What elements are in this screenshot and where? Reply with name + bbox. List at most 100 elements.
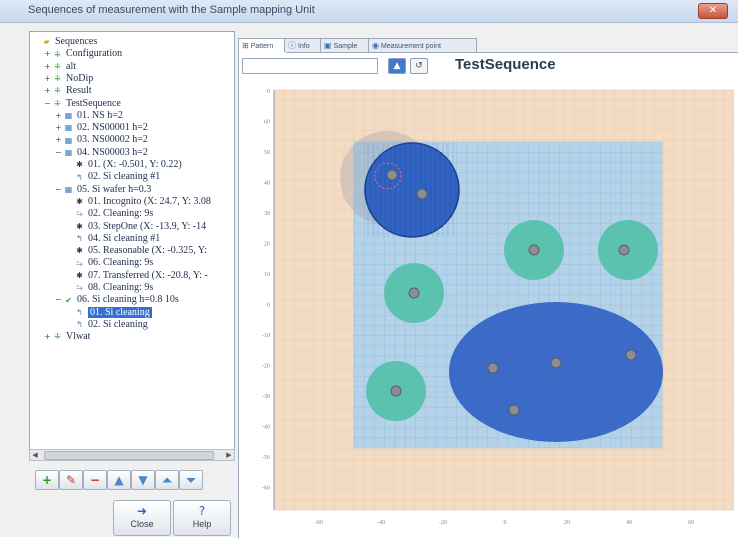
- tree-node[interactable]: ▰ Sequences: [33, 36, 97, 48]
- cleaning-icon: ↰: [76, 234, 83, 243]
- expander-icon[interactable]: −: [55, 294, 63, 306]
- tree-node[interactable]: ✱ 01. (X: -0.501, Y: 0.22): [66, 159, 182, 171]
- expander-icon[interactable]: +: [55, 110, 63, 122]
- tree-node[interactable]: + ▦ 03. NS00002 h=2: [55, 134, 148, 146]
- tree-node[interactable]: − ⁜ TestSequence: [44, 98, 121, 110]
- expander-icon[interactable]: +: [44, 331, 52, 343]
- tree-node[interactable]: − ▦ 05. Si wafer h=0.3: [55, 184, 151, 196]
- scrollbar-thumb[interactable]: [44, 451, 214, 460]
- arrow-down-icon: ▼: [138, 473, 148, 487]
- measurement-point[interactable]: [550, 357, 562, 369]
- measurement-region[interactable]: [449, 302, 663, 442]
- tree-node[interactable]: ↰ 04. Si cleaning #1: [66, 233, 160, 245]
- expander-icon[interactable]: −: [55, 147, 63, 159]
- expander-icon[interactable]: +: [55, 134, 63, 146]
- selected-measurement-region[interactable]: [364, 142, 460, 238]
- tree-node[interactable]: ↰ 01. Si cleaning: [66, 306, 152, 319]
- measurement-point[interactable]: [386, 169, 398, 181]
- tree-node[interactable]: ↰ 02. Si cleaning #1: [66, 171, 160, 183]
- sequence-tree[interactable]: ▰ Sequences + ⁜ Configuration + ⁜ alt + ⁜ NoDip + ⁜ R…: [29, 31, 235, 451]
- move-bottom-button[interactable]: ⏷: [179, 470, 203, 490]
- measurement-point[interactable]: [528, 244, 540, 256]
- tree-node[interactable]: + ▦ 01. NS h=2: [55, 110, 123, 122]
- tree-node[interactable]: + ⁜ alt: [44, 61, 76, 73]
- move-top-button[interactable]: ⏶: [155, 470, 179, 490]
- add-button[interactable]: +: [35, 470, 59, 490]
- refresh-icon[interactable]: ↺: [410, 58, 428, 74]
- tree-node-label: 05. Si wafer h=0.3: [77, 183, 152, 195]
- tree-node[interactable]: + ⁜ NoDip: [44, 73, 93, 85]
- folder-icon: ▰: [43, 37, 50, 47]
- measurement-point[interactable]: [390, 385, 402, 397]
- measurement-point[interactable]: [618, 244, 630, 256]
- brush-icon: ⥲: [76, 283, 83, 293]
- grid-icon: ▦: [64, 135, 73, 145]
- tree-node[interactable]: ⥲ 02. Cleaning: 9s: [66, 208, 153, 220]
- tab-measurement-point[interactable]: ◉ Measurement point: [368, 38, 477, 52]
- tree-horizontal-scrollbar[interactable]: ◀ ▶: [29, 449, 235, 461]
- tree-node[interactable]: ✱ 05. Reasonable (X: -0.325, Y:: [66, 245, 207, 257]
- y-tick-label: -20: [262, 364, 270, 370]
- x-tick-label: -60: [315, 520, 323, 526]
- tree-node[interactable]: + ▦ 02. NS00001 h=2: [55, 122, 148, 134]
- tree-node[interactable]: ↰ 02. Si cleaning: [66, 319, 148, 331]
- tree-node-label: Configuration: [66, 48, 123, 60]
- tab-info[interactable]: ⓘ Info: [284, 38, 323, 52]
- measurement-point[interactable]: [508, 404, 520, 416]
- measurement-point[interactable]: [625, 349, 637, 361]
- tree-node-label: 05. Reasonable (X: -0.325, Y:: [88, 245, 207, 257]
- tab-label: Measurement point: [380, 43, 441, 50]
- cleaning-icon: ↰: [76, 172, 83, 182]
- close-button[interactable]: ➜ Close: [113, 500, 171, 536]
- expander-icon[interactable]: −: [44, 98, 52, 110]
- point-icon: ✱: [76, 270, 83, 280]
- expander-icon[interactable]: +: [44, 73, 52, 85]
- close-window-button[interactable]: ✕: [698, 3, 728, 19]
- tree-node-label: 03. NS00002 h=2: [77, 134, 148, 146]
- tree-node[interactable]: − ✔ 06. Si cleaning h=0.8 10s: [55, 294, 179, 306]
- measurement-point[interactable]: [408, 287, 420, 299]
- name-input[interactable]: [242, 58, 378, 74]
- minus-icon: −: [89, 473, 101, 487]
- scroll-left-icon[interactable]: ◀: [30, 450, 40, 460]
- tree-node[interactable]: ✱ 01. Incognito (X: 24.7, Y: 3.08: [66, 196, 211, 208]
- expander-icon[interactable]: +: [55, 122, 63, 134]
- scroll-right-icon[interactable]: ▶: [224, 450, 234, 460]
- window-title: Sequences of measurement with the Sample…: [28, 4, 315, 16]
- expander-icon[interactable]: +: [44, 85, 52, 97]
- help-button-label: Help: [192, 519, 212, 529]
- tree-node[interactable]: ⥲ 06. Cleaning: 9s: [66, 257, 153, 269]
- tree-node[interactable]: + ⁜ Vlwat: [44, 331, 90, 343]
- tree-node[interactable]: + ⁜ Configuration: [44, 48, 122, 60]
- x-tick-label: -40: [377, 520, 385, 526]
- select-tool-icon[interactable]: ▲: [388, 58, 406, 74]
- x-tick-label: 40: [626, 520, 632, 526]
- x-tick-label: 20: [564, 520, 570, 526]
- measurement-point[interactable]: [487, 362, 499, 374]
- tree-node[interactable]: ✱ 03. StepOne (X: -13.9, Y: -14: [66, 221, 206, 233]
- arrow-bottom-icon: ⏷: [186, 473, 196, 487]
- expander-icon[interactable]: +: [44, 48, 52, 60]
- tree-node-label: Vlwat: [66, 331, 91, 343]
- move-up-button[interactable]: ▲: [107, 470, 131, 490]
- grid-icon: ▦: [64, 123, 73, 133]
- expander-icon[interactable]: −: [55, 184, 63, 196]
- tree-node[interactable]: − ▦ 04. NS00003 h=2: [55, 147, 148, 159]
- expander-icon[interactable]: +: [44, 61, 52, 73]
- edit-button[interactable]: ✎: [59, 470, 83, 490]
- tab-sample[interactable]: ▣ Sample: [320, 38, 371, 52]
- move-down-button[interactable]: ▼: [131, 470, 155, 490]
- tree-node-label: 01. (X: -0.501, Y: 0.22): [88, 159, 182, 170]
- sample-map[interactable]: 0 60 50 40 30 20 10 0 -10 -20 -30 -40 -50 -60 -60 -40 -2…: [244, 80, 734, 530]
- tree-node[interactable]: ⥲ 08. Cleaning: 9s: [66, 282, 153, 294]
- title-bar: Sequences of measurement with the Sample…: [0, 0, 738, 23]
- tab-label: Pattern: [250, 43, 274, 50]
- measurement-point[interactable]: [416, 188, 428, 200]
- sequence-icon: ⁜: [54, 98, 61, 108]
- remove-button[interactable]: −: [83, 470, 107, 490]
- tree-node[interactable]: ✱ 07. Transferred (X: -20.8, Y: -: [66, 270, 208, 282]
- tree-node[interactable]: + ⁜ Result: [44, 85, 92, 97]
- tab-pattern[interactable]: ⊞ Pattern: [238, 38, 287, 53]
- x-tick-label: -20: [439, 520, 447, 526]
- help-button[interactable]: ? Help: [173, 500, 231, 536]
